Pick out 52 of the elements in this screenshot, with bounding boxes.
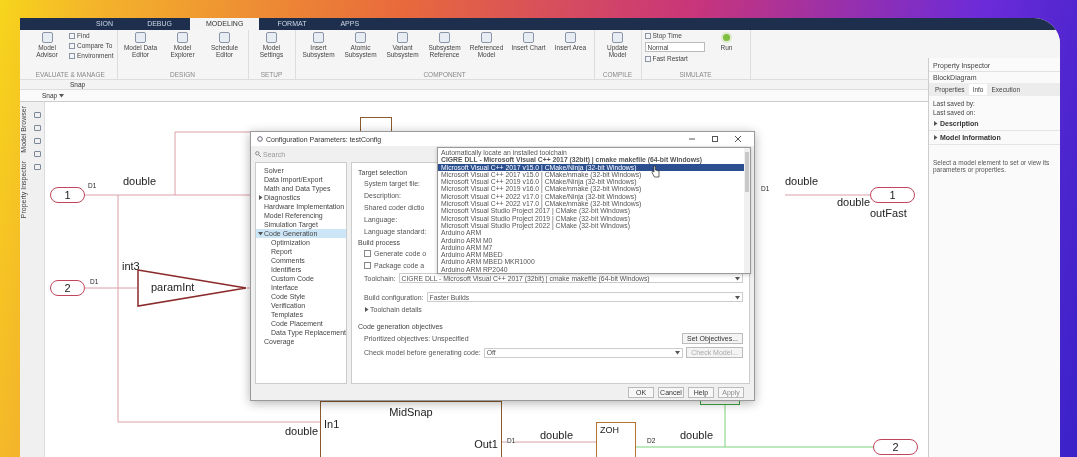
caret-icon [258,231,263,236]
tool-icon [313,32,324,43]
tool-icon [481,32,492,43]
signal-label: double [540,429,574,441]
subsystem-title: MidSnap [388,406,434,418]
minimize-icon [689,136,695,142]
caret-icon [675,350,681,355]
checkbox[interactable] [364,262,371,269]
signal-label: double [837,196,871,208]
hand-cursor-icon [651,165,660,178]
signal-label: int3 [122,260,140,272]
gear-icon [257,136,263,142]
caret-icon [59,93,65,98]
signal-label: double [680,429,714,441]
caret-icon [735,294,740,300]
caret-icon [364,307,369,312]
tool-icon [177,32,188,43]
search-icon [255,151,261,157]
tool-icon [397,32,408,43]
port-block[interactable]: 1 [50,187,85,203]
tool-icon [644,32,651,39]
tool-icon [355,32,366,43]
tool-icon [523,32,534,43]
port-name: Out1 [474,438,498,450]
port-block[interactable]: 2 [873,439,918,455]
port-block[interactable]: 2 [50,280,85,296]
caret-icon [258,195,263,200]
caret-icon [933,135,938,140]
tool-icon [41,32,53,43]
signal-label: double [285,425,319,437]
tool-icon [135,32,146,43]
checkbox[interactable] [364,250,371,257]
close-icon [735,136,741,142]
tool-icon [219,32,230,43]
port-name: In1 [324,418,340,430]
zoh-block[interactable]: ZOH [596,422,636,457]
run-icon [721,32,732,43]
signal-label: double [123,175,157,187]
scrollbar-thumb[interactable] [745,152,749,192]
subsystem-block[interactable]: MidSnap In1 Out1 [320,401,502,457]
caret-icon [735,275,740,281]
tool-icon [439,32,450,43]
tool-icon [266,32,277,43]
caret-icon [933,121,938,126]
tool-icon [565,32,576,43]
port-block[interactable]: 1 [870,187,915,203]
signal-label: outFast [870,207,907,219]
tool-icon [644,55,651,62]
maximize-icon [712,136,718,142]
tool-icon [612,32,623,43]
signal-label: double [785,175,819,187]
gain-label: paramInt [151,281,195,293]
